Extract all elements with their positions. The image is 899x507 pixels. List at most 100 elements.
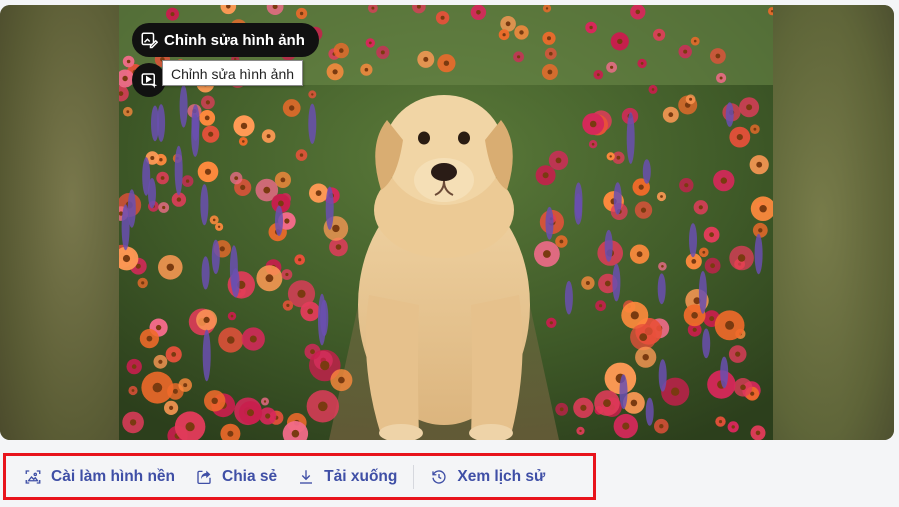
flower-center <box>660 195 663 198</box>
lavender-spike <box>179 84 188 128</box>
flower-center <box>217 225 221 228</box>
flower-center <box>227 336 235 344</box>
flower-center <box>176 197 182 202</box>
flower-center <box>609 155 612 158</box>
lavender-spike <box>619 374 628 410</box>
create-video-button[interactable] <box>132 63 166 97</box>
flower-center <box>559 239 564 244</box>
flower-center <box>559 407 564 412</box>
flower-center <box>285 272 289 277</box>
flower-center <box>247 409 254 417</box>
flower-center <box>170 12 175 17</box>
share-label: Chia sẻ <box>222 467 278 485</box>
flower-center <box>211 397 218 404</box>
flower-center <box>310 349 315 355</box>
flower-center <box>185 179 190 183</box>
flower-center <box>266 134 271 139</box>
flower-center <box>599 304 603 308</box>
flower-center <box>709 316 715 322</box>
history-icon <box>432 469 446 484</box>
lavender-spike <box>275 205 283 236</box>
flower-center <box>318 401 328 412</box>
flower-center <box>265 274 274 283</box>
flower-center <box>476 10 481 15</box>
flower-center <box>549 321 553 325</box>
flower-center <box>380 50 385 55</box>
lavender-spike <box>174 145 183 196</box>
flower-center <box>204 168 212 175</box>
flower-center <box>240 122 248 130</box>
flower-center <box>263 186 271 194</box>
lavender-spike <box>564 280 573 315</box>
image-action-toolbar: Cài làm hình nền Chia sẻ Tải xuống Xem l… <box>3 453 596 500</box>
flower-center <box>746 104 753 111</box>
image-edit-icon <box>140 31 158 49</box>
share-button[interactable]: Chia sẻ <box>185 456 287 497</box>
flower-center <box>183 383 188 388</box>
flower-center <box>371 6 375 10</box>
lavender-spike <box>612 263 621 302</box>
lavender-spike <box>201 256 210 290</box>
tooltip: Chỉnh sửa hình ảnh <box>162 60 304 86</box>
flower-center <box>630 311 639 320</box>
flower-center <box>691 312 698 319</box>
download-button[interactable]: Tải xuống <box>287 456 407 497</box>
flower-center <box>320 360 330 371</box>
flower-center <box>298 258 302 262</box>
flower-center <box>698 205 703 210</box>
flower-center <box>311 93 314 96</box>
flower-center <box>692 327 697 332</box>
blurred-background-right <box>772 5 894 440</box>
flower-center <box>131 364 137 369</box>
set-wallpaper-button[interactable]: Cài làm hình nền <box>14 456 185 497</box>
lavender-spike <box>148 178 156 209</box>
flower-center <box>668 112 674 118</box>
flower-center <box>289 105 295 111</box>
flower-center <box>263 400 267 403</box>
lavender-spike <box>754 233 763 275</box>
flower-center <box>639 333 648 341</box>
flower-center <box>364 67 369 72</box>
lavender-spike <box>318 293 326 346</box>
flower-center <box>640 62 644 65</box>
flower-center <box>753 127 757 131</box>
edit-image-button[interactable]: Chỉnh sửa hình ảnh <box>132 23 319 57</box>
flower-center <box>715 53 721 59</box>
flower-center <box>683 49 688 54</box>
flower-center <box>368 41 372 45</box>
flower-center <box>208 131 214 137</box>
view-history-label: Xem lịch sử <box>457 467 546 485</box>
flower-center <box>580 404 587 411</box>
flower-center <box>280 177 286 183</box>
flower-center <box>423 56 429 62</box>
flower-center <box>332 69 338 75</box>
lavender-spike <box>702 328 711 359</box>
flower-center <box>610 65 614 69</box>
flower-center <box>709 232 714 238</box>
flower-center <box>589 25 593 30</box>
toolbar-divider <box>413 464 415 489</box>
flower-center <box>657 33 661 37</box>
flower-center <box>249 335 257 343</box>
lavender-spike <box>642 159 651 184</box>
flower-center <box>740 384 746 391</box>
flower-center <box>159 158 163 162</box>
flower-center <box>636 251 643 258</box>
flower-center <box>547 69 553 75</box>
flower-center <box>219 246 225 252</box>
flower-center <box>545 7 549 10</box>
download-icon <box>300 469 313 484</box>
flower-center <box>171 352 177 357</box>
flower-center <box>440 15 445 20</box>
flower-center <box>315 190 322 197</box>
lavender-spike <box>604 229 613 262</box>
view-history-button[interactable]: Xem lịch sử <box>420 456 555 497</box>
flower-center <box>519 30 524 35</box>
lavender-spike <box>308 103 317 144</box>
flower-center <box>204 115 210 121</box>
flower-center <box>635 9 641 15</box>
download-label: Tải xuống <box>324 467 398 485</box>
lavender-spike <box>657 273 666 305</box>
flower-center <box>543 250 551 258</box>
flower-center <box>604 280 611 287</box>
